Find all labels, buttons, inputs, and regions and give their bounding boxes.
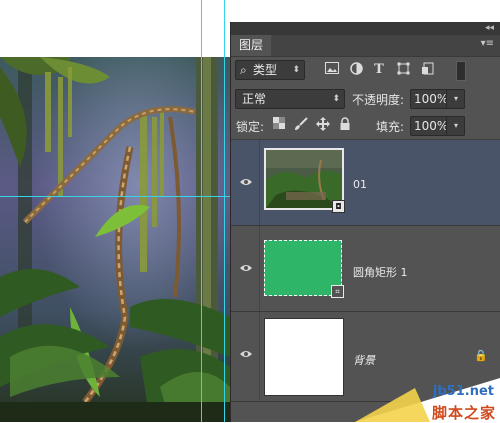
checkerboard-icon xyxy=(273,117,285,129)
blend-mode-dropdown[interactable]: 正常 ⬍ xyxy=(235,89,345,109)
fill-label: 填充: xyxy=(376,120,405,134)
guide-vertical-2[interactable] xyxy=(224,0,225,422)
pixel-layer-filter-icon[interactable] xyxy=(324,62,340,78)
lock-row: 锁定: 填充: 100% ▾ xyxy=(231,113,500,140)
lock-label: 锁定: xyxy=(236,120,265,134)
blend-mode-value: 正常 xyxy=(242,92,267,106)
opacity-slider-button[interactable]: ▾ xyxy=(446,89,465,109)
layer-name-background[interactable]: 背景 xyxy=(353,352,375,368)
vector-shape-badge-icon: ⌗ xyxy=(331,285,344,298)
lock-icon xyxy=(340,117,350,130)
updown-arrows-icon: ⬍ xyxy=(292,65,300,75)
layer-name-rounded-rect[interactable]: 圆角矩形 1 xyxy=(353,264,408,280)
filter-kind-dropdown[interactable]: ⌕ 类型 ⬍ xyxy=(235,60,305,80)
panel-title-strip[interactable]: ◂◂ xyxy=(231,22,500,35)
shape-icon xyxy=(397,62,409,75)
lock-icon: 🔒 xyxy=(474,349,488,362)
opacity-label: 不透明度: xyxy=(352,93,405,107)
fill-slider-button[interactable]: ▾ xyxy=(446,116,465,136)
move-icon xyxy=(316,117,330,131)
jungle-thumbnail xyxy=(266,150,342,208)
watermark-url: jb51.net xyxy=(432,384,494,399)
layer-thumbnail-background[interactable] xyxy=(264,318,344,396)
eye-icon[interactable] xyxy=(239,176,253,188)
layer-name-01[interactable]: 01 xyxy=(353,178,367,191)
jungle-artwork xyxy=(0,57,230,422)
panel-tabbar: 图层 ▾≡ xyxy=(231,35,500,57)
lock-transparent-pixels-button[interactable] xyxy=(272,117,286,133)
watermark-site-name: 脚本之家 xyxy=(431,404,496,422)
layer-row-rounded-rect[interactable]: ⌗ 圆角矩形 1 xyxy=(231,226,500,312)
panel-menu-icon[interactable]: ▾≡ xyxy=(481,38,494,49)
filter-kind-label: 类型 xyxy=(253,63,278,77)
shape-layer-filter-icon[interactable] xyxy=(395,62,411,78)
eye-icon[interactable] xyxy=(239,348,253,360)
dropdown-arrow-icon: ▾ xyxy=(453,121,458,130)
guide-horizontal[interactable] xyxy=(0,196,230,197)
type-layer-filter-icon[interactable]: T xyxy=(371,62,387,78)
brush-icon xyxy=(295,117,308,130)
half-circle-icon xyxy=(349,62,363,75)
fill-value: 100% xyxy=(414,119,449,133)
collapse-panel-icon[interactable]: ◂◂ xyxy=(485,22,494,35)
layer-row-01[interactable]: ◘ 01 xyxy=(231,140,500,226)
lock-image-pixels-button[interactable] xyxy=(294,117,308,133)
blend-row: 正常 ⬍ 不透明度: 100% ▾ xyxy=(231,88,500,112)
layers-panel: ◂◂ 图层 ▾≡ ⌕ 类型 ⬍ T 正常 ⬍ 不透明度: 100% ▾ 锁定: … xyxy=(230,22,500,422)
tab-layers-label: 图层 xyxy=(239,38,264,52)
smart-object-icon xyxy=(421,62,433,75)
smart-object-filter-icon[interactable] xyxy=(419,62,435,78)
adjustment-layer-filter-icon[interactable] xyxy=(348,62,364,78)
site-watermark: jb51.net 脚本之家 xyxy=(355,368,500,422)
search-icon: ⌕ xyxy=(240,63,247,77)
image-icon xyxy=(325,62,339,74)
lock-position-button[interactable] xyxy=(316,117,330,133)
opacity-value: 100% xyxy=(414,92,449,106)
filter-toggle-switch[interactable] xyxy=(456,61,466,81)
layer-filter-row: ⌕ 类型 ⬍ T xyxy=(231,56,500,88)
smart-object-badge-icon: ◘ xyxy=(332,200,345,213)
dropdown-arrow-icon: ▾ xyxy=(453,94,458,103)
lock-all-button[interactable] xyxy=(338,117,352,133)
tab-layers[interactable]: 图层 xyxy=(231,35,272,56)
eye-icon[interactable] xyxy=(239,262,253,274)
document-canvas[interactable] xyxy=(0,0,230,422)
guide-vertical-1[interactable] xyxy=(201,0,202,422)
updown-arrows-icon: ⬍ xyxy=(332,94,340,104)
